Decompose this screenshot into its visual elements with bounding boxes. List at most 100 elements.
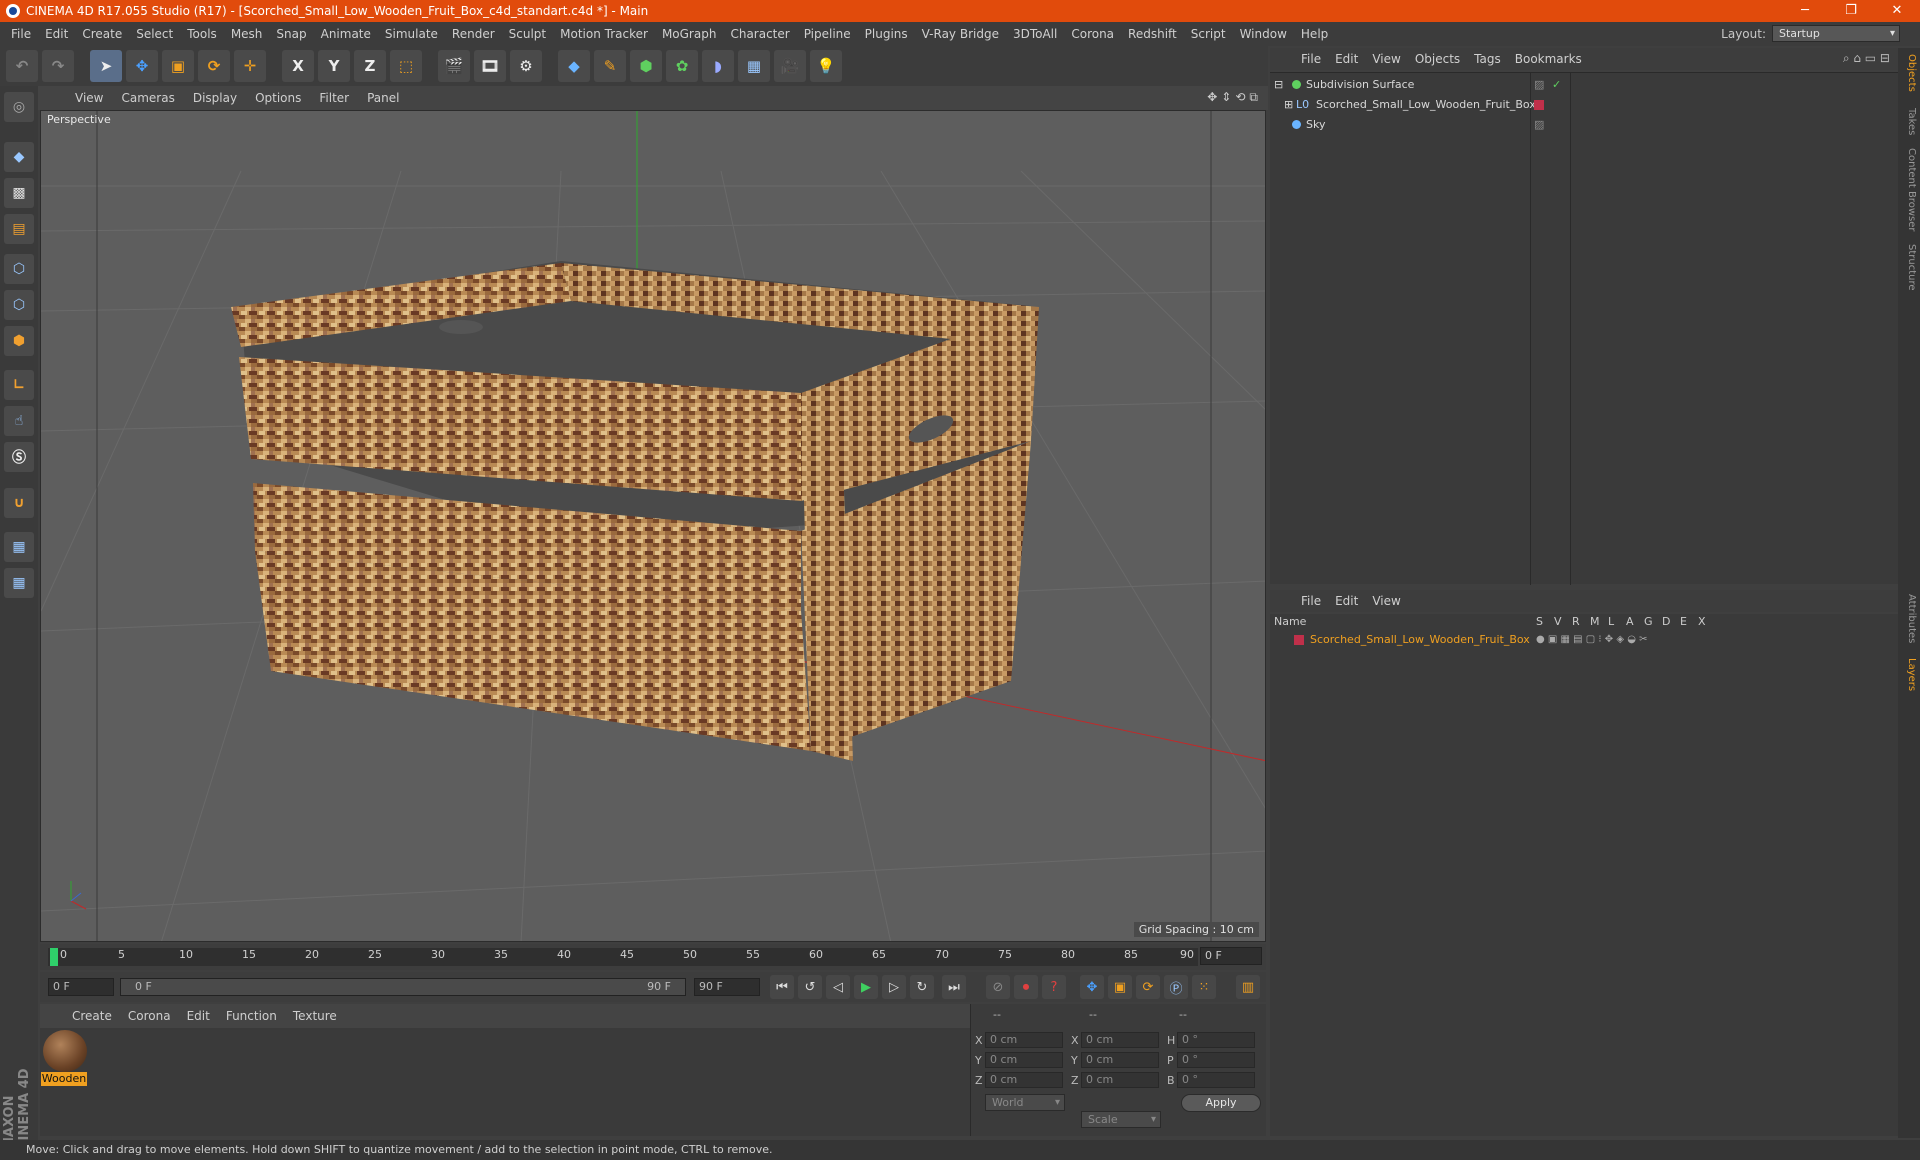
rotate-tool-icon[interactable]: ⟳ [198,50,230,82]
snap-magnet-icon[interactable]: ∪ [4,488,34,518]
material-swatch-wooden[interactable]: Wooden [40,1028,90,1088]
object-row[interactable]: ⊞ L0 Scorched_Small_Low_Wooden_Fruit_Box [1270,95,1898,114]
render-view-icon[interactable]: 🎬 [438,50,470,82]
frame-range-slider[interactable]: 0 F 90 F [120,978,686,996]
close-icon[interactable]: ✕ [1874,0,1920,22]
polygons-mode-icon[interactable]: ⬢ [4,326,34,356]
solo-mode-icon[interactable]: Ⓢ [4,442,34,472]
end-frame-field[interactable]: 90 F [694,978,760,996]
goto-end-icon[interactable]: ⏭ [942,975,966,999]
timeline-window-icon[interactable]: ▥ [1236,975,1260,999]
material-menu-create[interactable]: Create [64,1009,120,1023]
edges-mode-icon[interactable]: ⬡ [4,290,34,320]
floor-icon[interactable]: ▦ [738,50,770,82]
menu-file[interactable]: File [4,27,38,41]
menu-snap[interactable]: Snap [269,27,313,41]
keyframe-selection-icon[interactable]: ? [1042,975,1066,999]
3d-viewport[interactable]: Perspective Grid Spacing : 10 cm [40,110,1266,942]
viewport-menu-options[interactable]: Options [246,91,310,105]
material-menu-texture[interactable]: Texture [285,1009,345,1023]
menu-select[interactable]: Select [129,27,180,41]
playhead[interactable] [50,948,58,966]
menu-redshift[interactable]: Redshift [1121,27,1184,41]
light-icon[interactable]: 💡 [810,50,842,82]
orbit-view-icon[interactable]: ⟲ [1235,90,1245,105]
tweak-mode-icon[interactable]: ☝ [4,406,34,436]
objects-menu-tags[interactable]: Tags [1467,52,1508,66]
viewport-menu-display[interactable]: Display [184,91,246,105]
live-selection-icon[interactable]: ➤ [90,50,122,82]
menu-window[interactable]: Window [1233,27,1294,41]
menu-render[interactable]: Render [445,27,502,41]
model-mode-icon[interactable]: ◆ [4,142,34,172]
objects-menu-objects[interactable]: Objects [1408,52,1467,66]
quantize-icon[interactable]: ▦ [4,568,34,598]
menu-help[interactable]: Help [1294,27,1335,41]
menu-pipeline[interactable]: Pipeline [797,27,858,41]
start-frame-field[interactable]: 0 F [48,978,114,996]
spline-pen-icon[interactable]: ✎ [594,50,626,82]
viewport-menu-view[interactable]: View [66,91,112,105]
cube-primitive-icon[interactable]: ◆ [558,50,590,82]
key-parameter-icon[interactable]: Ⓟ [1164,975,1188,999]
rot-p-field[interactable]: 0 ° [1177,1052,1255,1068]
subdivision-surface-icon[interactable]: ⬢ [630,50,662,82]
menu-mograph[interactable]: MoGraph [655,27,724,41]
layers-menu-edit[interactable]: Edit [1328,594,1365,608]
objects-menu-file[interactable]: File [1294,52,1328,66]
next-frame-icon[interactable]: ▷ [882,975,906,999]
menu-tools[interactable]: Tools [180,27,224,41]
workplane-mode-icon[interactable]: ▤ [4,214,34,244]
key-pla-icon[interactable]: ⁙ [1192,975,1216,999]
next-key-icon[interactable]: ↻ [910,975,934,999]
key-position-icon[interactable]: ✥ [1080,975,1104,999]
z-axis-lock-icon[interactable]: Z [354,50,386,82]
menu-plugins[interactable]: Plugins [858,27,915,41]
visibility-toggle-icon[interactable]: ▨ [1534,75,1544,94]
make-editable-icon[interactable]: ◎ [4,92,34,122]
tab-attributes[interactable]: Attributes [1901,594,1917,643]
size-x-field[interactable]: 0 cm [1081,1032,1159,1048]
layout-select[interactable]: Startup [1772,25,1900,42]
camera-icon[interactable]: 🎥 [774,50,806,82]
transform-tool-icon[interactable]: ✛ [234,50,266,82]
axis-mode-icon[interactable]: ∟ [4,370,34,400]
previous-frame-icon[interactable]: ◁ [826,975,850,999]
layer-flags-icon[interactable]: ● ▣ ▦ ▤ ▢ ⁝ ✥ ◈ ◒ ✂ [1536,630,1647,649]
current-frame-field[interactable]: 0 F [1200,947,1262,965]
layer-color-icon[interactable] [1294,635,1304,645]
menu-character[interactable]: Character [723,27,796,41]
tab-content-browser[interactable]: Content Browser [1901,148,1917,231]
pos-x-field[interactable]: 0 cm [985,1032,1063,1048]
object-row[interactable]: Sky ▨ [1270,115,1898,134]
material-menu-function[interactable]: Function [218,1009,285,1023]
visibility-toggle-icon[interactable]: ▨ [1534,115,1544,134]
coordinate-system-icon[interactable]: ⬚ [390,50,422,82]
apply-button[interactable]: Apply [1181,1094,1261,1112]
maximize-view-icon[interactable]: ⧉ [1249,90,1258,105]
coordinate-mode-select[interactable]: World [985,1094,1065,1111]
key-rotation-icon[interactable]: ⟳ [1136,975,1160,999]
menu-sculpt[interactable]: Sculpt [502,27,553,41]
collapse-icon[interactable]: ⊟ [1274,75,1283,94]
menu-vray-bridge[interactable]: V-Ray Bridge [915,27,1006,41]
layer-row[interactable]: Scorched_Small_Low_Wooden_Fruit_Box ● ▣ … [1270,630,1898,649]
objects-menu-view[interactable]: View [1365,52,1407,66]
autokey-icon[interactable]: ⏺ [1014,975,1038,999]
layers-menu-view[interactable]: View [1365,594,1407,608]
rot-h-field[interactable]: 0 ° [1177,1032,1255,1048]
size-y-field[interactable]: 0 cm [1081,1052,1159,1068]
menu-simulate[interactable]: Simulate [378,27,445,41]
timeline-ruler[interactable]: 0 5 10 15 20 25 30 35 40 45 50 55 60 65 … [40,944,1266,970]
viewport-menu-cameras[interactable]: Cameras [112,91,183,105]
size-mode-select[interactable]: Scale [1081,1111,1161,1128]
objects-menu-bookmarks[interactable]: Bookmarks [1508,52,1589,66]
menu-mesh[interactable]: Mesh [224,27,270,41]
redo-icon[interactable]: ↷ [42,50,74,82]
tab-takes[interactable]: Takes [1901,108,1917,135]
workplane-lock-icon[interactable]: ▦ [4,532,34,562]
goto-start-icon[interactable]: ⏮ [770,975,794,999]
points-mode-icon[interactable]: ⬡ [4,254,34,284]
pos-y-field[interactable]: 0 cm [985,1052,1063,1068]
y-axis-lock-icon[interactable]: Y [318,50,350,82]
